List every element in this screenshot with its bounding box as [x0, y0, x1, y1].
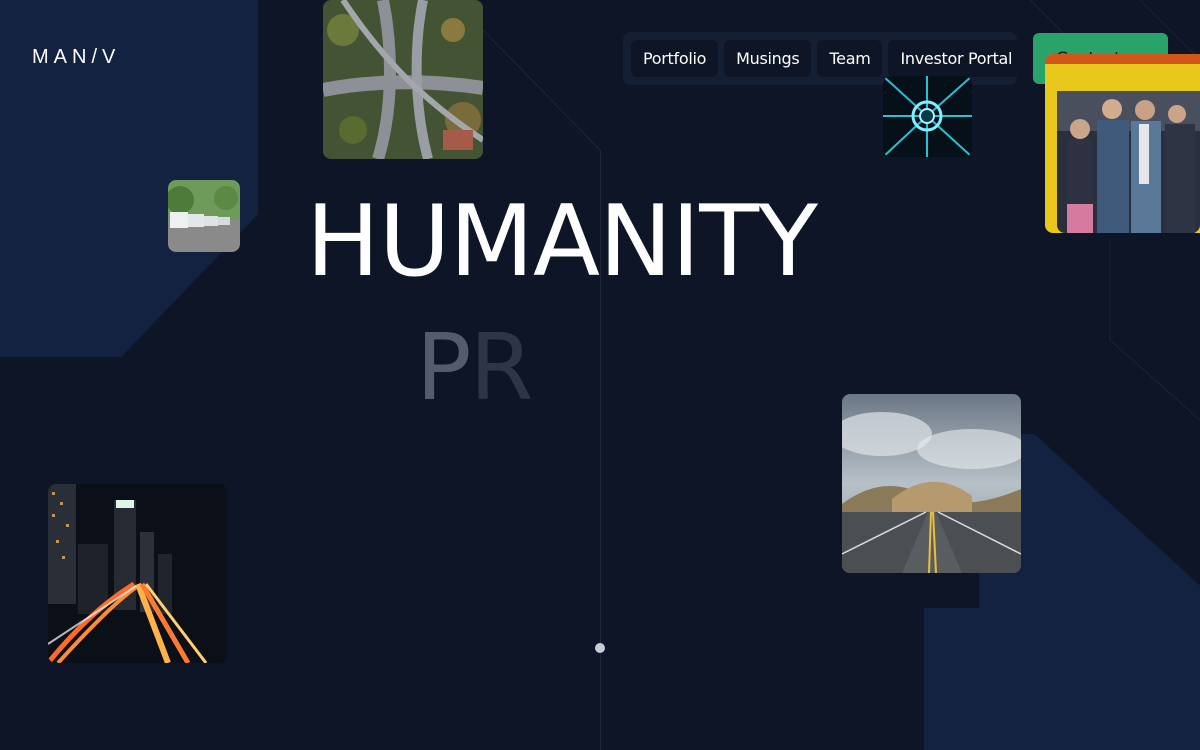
nav-item-investor-portal[interactable]: Investor Portal — [888, 40, 1025, 77]
logo-text: MAN/V — [32, 46, 120, 66]
open-road-landscape-image — [842, 394, 1021, 573]
manv-logo[interactable]: MAN/V — [32, 46, 132, 66]
hero-headline: HUMANITY — [306, 185, 818, 299]
nav-item-musings[interactable]: Musings — [724, 40, 812, 77]
people-on-train-image — [1045, 54, 1200, 233]
scroll-indicator[interactable] — [595, 643, 605, 653]
city-night-traffic-image — [48, 484, 227, 663]
nav-item-team[interactable]: Team — [817, 40, 883, 77]
parked-white-vans-image — [168, 180, 240, 252]
nav-item-portfolio[interactable]: Portfolio — [631, 40, 719, 77]
highway-interchange-aerial-image — [323, 0, 483, 159]
hero-rotating-letter-2: R — [469, 314, 533, 421]
blue-light-tunnel-image — [883, 76, 972, 157]
hero-rotating-word: PR — [416, 322, 533, 414]
hero-rotating-letter-1: P — [416, 314, 472, 421]
